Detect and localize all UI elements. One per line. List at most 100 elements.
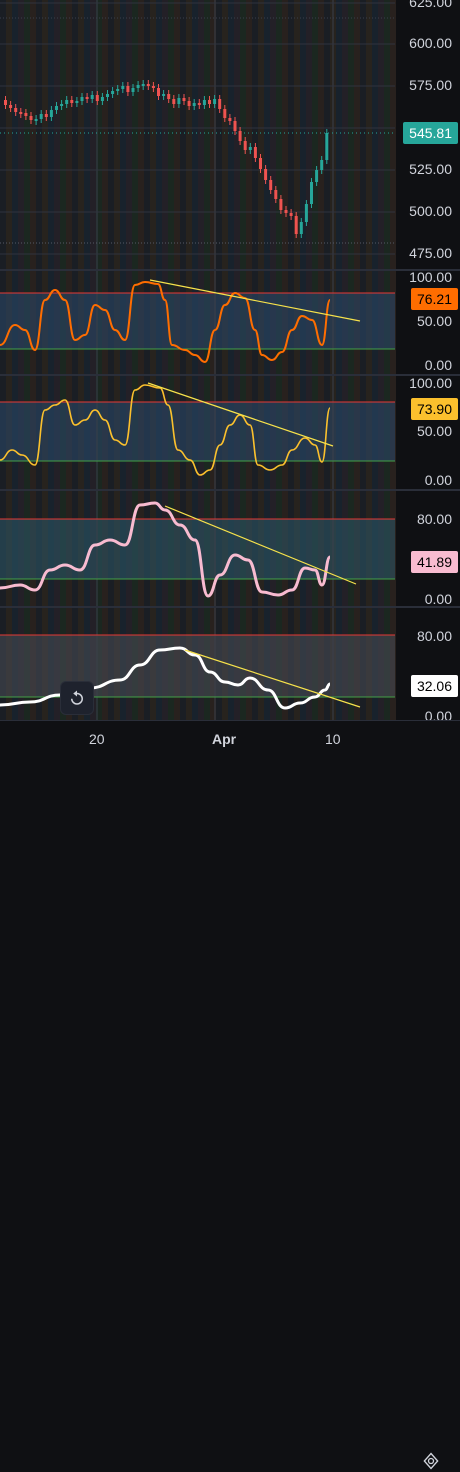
candle-body (19, 112, 23, 114)
stripe (168, 0, 174, 720)
stripe (336, 0, 342, 720)
candle-body (157, 88, 160, 96)
stripe (366, 0, 372, 720)
ind3-tick-80: 80.00 (416, 511, 452, 527)
ind3-value-badge: 41.89 (410, 551, 458, 573)
time-label-20: 20 (89, 731, 105, 747)
stripe (228, 0, 234, 720)
price-tick-500: 500.00 (409, 203, 452, 219)
stripe (312, 0, 318, 720)
stripe (294, 0, 300, 720)
ind2-tick-50: 50.00 (416, 423, 452, 439)
candle-body (100, 97, 104, 101)
candle-body (14, 108, 18, 112)
candle-body (238, 131, 242, 141)
stripe (282, 0, 288, 720)
stripe (108, 0, 114, 720)
stripe (72, 0, 78, 720)
stripe (162, 0, 168, 720)
ind2-tick-100: 100.00 (409, 375, 452, 391)
stripe (42, 0, 48, 720)
candle-body (192, 103, 196, 106)
candle-body (75, 101, 79, 103)
candle-body (218, 99, 222, 109)
ind1-value-badge: 76.21 (410, 288, 458, 310)
stripe (252, 0, 258, 720)
price-tick-625: 625.00 (409, 0, 452, 10)
price-tick-525: 525.00 (409, 161, 452, 177)
stripe (318, 0, 324, 720)
stripe (276, 0, 282, 720)
time-label-apr: Apr (212, 731, 237, 747)
candle-body (146, 84, 150, 86)
candle-body (269, 180, 273, 190)
stripe (126, 0, 132, 720)
stripe (246, 0, 252, 720)
stripe (60, 0, 66, 720)
stripe (306, 0, 312, 720)
candle-body (315, 170, 319, 182)
candle-body (284, 210, 288, 213)
ind2-band (0, 402, 395, 461)
candle-body (65, 100, 69, 104)
candle-body (55, 106, 58, 110)
ind1-band (0, 293, 395, 349)
settings-icon (423, 1452, 439, 1470)
stripe (258, 0, 264, 720)
reset-icon (71, 690, 83, 705)
candle-body (131, 88, 135, 92)
candle-body (243, 141, 247, 150)
candle-body (9, 105, 13, 108)
stripe (288, 0, 294, 720)
reset-chart-button[interactable] (60, 681, 94, 715)
stripe (132, 0, 138, 720)
candle-body (274, 190, 278, 199)
candle-body (70, 100, 74, 103)
time-label-10: 10 (325, 731, 341, 747)
candle-body (111, 91, 115, 94)
candle-body (223, 109, 227, 118)
candle-body (24, 113, 28, 116)
stripe (24, 0, 30, 720)
candle-body (253, 147, 257, 158)
candle-body (116, 89, 120, 91)
stripe (150, 0, 156, 720)
ind4-tick-0: 0.00 (424, 708, 452, 720)
candle-body (95, 95, 99, 101)
stripe (30, 0, 36, 720)
stripe (138, 0, 144, 720)
stripe (300, 0, 306, 720)
stripe (390, 0, 396, 720)
ind2-value-badge: 73.90 (410, 398, 458, 420)
ind1-tick-0: 0.00 (424, 357, 452, 373)
time-axis[interactable]: 20 Apr 10 (0, 720, 460, 1470)
candle-body (4, 100, 7, 105)
price-tick-575: 575.00 (409, 77, 452, 93)
candle-body (121, 86, 125, 89)
candle-body (90, 95, 94, 99)
stripe (192, 0, 198, 720)
settings-button[interactable] (420, 1450, 442, 1472)
stripe (234, 0, 240, 720)
candle-body (44, 114, 48, 117)
candle-body (182, 98, 186, 101)
candle-body (106, 94, 109, 97)
stripe (90, 0, 96, 720)
stripe (114, 0, 120, 720)
candle-body (39, 114, 43, 119)
candle-body (197, 103, 201, 105)
stripe (342, 0, 348, 720)
candle-body (162, 94, 166, 96)
stripe (360, 0, 366, 720)
candle-body (294, 216, 298, 234)
candle-body (49, 110, 53, 117)
candle-body (228, 118, 232, 121)
ind4-value-badge: 32.06 (410, 675, 458, 697)
stripe (156, 0, 162, 720)
candle-body (299, 222, 303, 234)
stripe (102, 0, 108, 720)
candle-body (213, 99, 217, 104)
chart-area[interactable] (0, 0, 460, 720)
ind3-tick-0: 0.00 (424, 591, 452, 607)
stripe (348, 0, 354, 720)
